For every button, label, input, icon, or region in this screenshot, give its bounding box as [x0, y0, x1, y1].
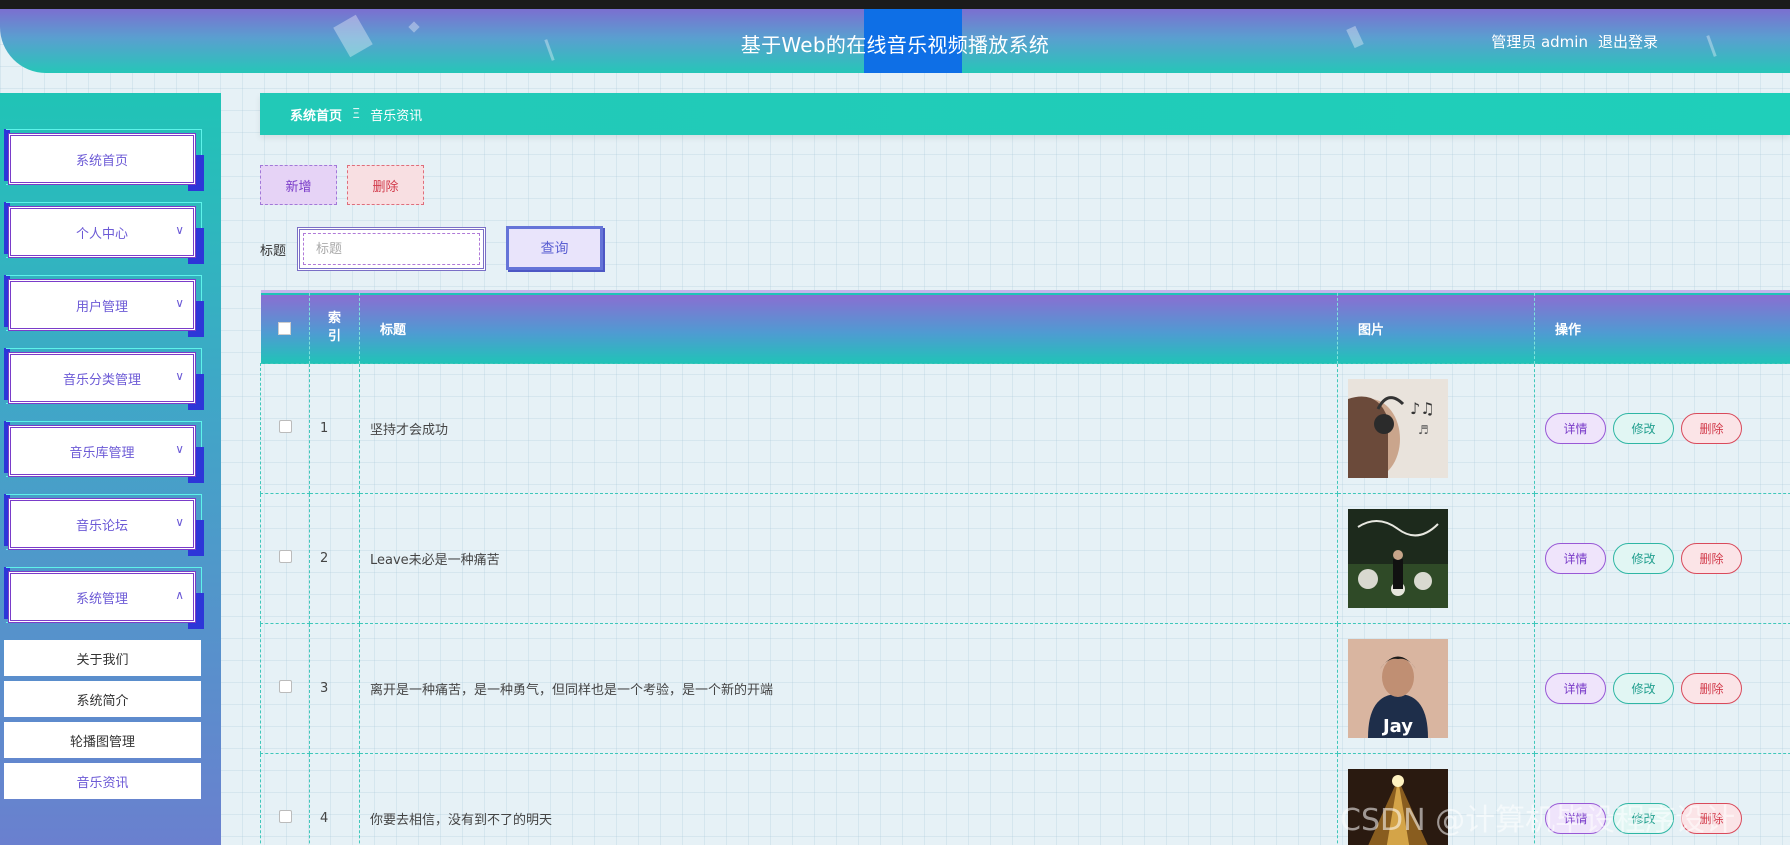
column-header-image: 图片 — [1337, 291, 1535, 364]
row-select-cell — [260, 363, 310, 494]
edit-button[interactable]: 修改 — [1613, 673, 1674, 704]
sidebar-item-home[interactable]: 系统首页 — [4, 129, 204, 191]
row-image-cell: Jay — [1337, 623, 1535, 754]
thumbnail-caption: Jay — [1381, 716, 1413, 737]
row-checkbox[interactable] — [278, 810, 292, 823]
logout-link[interactable]: 退出登录 — [1598, 31, 1658, 52]
sidebar-item-music-library[interactable]: 音乐库管理 ∨ — [4, 421, 204, 483]
row-select-cell — [260, 623, 310, 754]
row-title: Leave未必是一种痛苦 — [359, 493, 1338, 624]
user-area: 管理员 admin 退出登录 — [1491, 31, 1658, 52]
chevron-down-icon: ∨ — [175, 296, 184, 310]
row-actions: 详情 修改 删除 — [1534, 493, 1790, 624]
thumbnail-image — [1348, 509, 1448, 608]
search-button[interactable]: 查询 — [506, 226, 603, 270]
table-row: 3 离开是一种痛苦，是一种勇气，但同样也是一个考验，是一个新的开端 Jay 详情 — [260, 623, 1790, 754]
chevron-down-icon: ∨ — [175, 515, 184, 529]
row-checkbox[interactable] — [278, 420, 292, 433]
detail-button[interactable]: 详情 — [1545, 543, 1606, 574]
row-checkbox[interactable] — [278, 680, 292, 693]
delete-button[interactable]: 删除 — [347, 165, 424, 205]
add-button[interactable]: 新增 — [260, 165, 337, 205]
window-top-bar — [0, 0, 1790, 9]
sidebar-item-label: 系统管理 — [8, 571, 196, 623]
row-image-cell — [1337, 493, 1535, 624]
breadcrumb-home[interactable]: 系统首页 — [290, 105, 342, 124]
sidebar: 系统首页 个人中心 ∨ 用户管理 ∨ 音乐分类管理 ∨ 音乐库管理 ∨ 音乐论坛… — [0, 93, 221, 845]
search-label: 标题 — [260, 244, 287, 259]
row-title: 离开是一种痛苦，是一种勇气，但同样也是一个考验，是一个新的开端 — [359, 623, 1338, 754]
row-title: 你要去相信，没有到不了的明天 — [359, 753, 1338, 845]
column-header-index: 索 引 — [309, 291, 360, 364]
breadcrumb: 系统首页 Ξ 音乐资讯 — [260, 93, 1790, 135]
row-title: 坚持才会成功 — [359, 363, 1338, 494]
album-cover-thumbnail[interactable] — [1348, 509, 1448, 608]
detail-button[interactable]: 详情 — [1545, 413, 1606, 444]
sidebar-item-label: 个人中心 — [8, 206, 196, 258]
sidebar-item-profile[interactable]: 个人中心 ∨ — [4, 202, 204, 264]
chevron-down-icon: ∨ — [175, 223, 184, 237]
sidebar-item-label: 音乐库管理 — [8, 425, 196, 477]
data-table: 索 引 标题 图片 操作 1 坚持才会成功 ♪♫ ♬ 详情 修改 删除 2 Le… — [260, 290, 1790, 845]
user-label: 管理员 admin — [1491, 33, 1588, 51]
row-checkbox[interactable] — [278, 550, 292, 563]
sidebar-item-label: 用户管理 — [8, 279, 196, 331]
app-header: 基于Web的在线音乐视频播放系统 管理员 admin 退出登录 — [0, 9, 1790, 73]
thumbnail-image: ♪♫ ♬ — [1348, 379, 1448, 478]
row-actions: 详情 修改 删除 — [1534, 623, 1790, 754]
sidebar-item-music-categories[interactable]: 音乐分类管理 ∨ — [4, 348, 204, 410]
breadcrumb-separator-icon: Ξ — [352, 106, 361, 122]
row-index: 4 — [309, 753, 360, 845]
breadcrumb-current: 音乐资讯 — [370, 108, 423, 124]
row-image-cell: ♪♫ ♬ — [1337, 363, 1535, 494]
submenu-music-news[interactable]: 音乐资讯 — [4, 763, 201, 799]
sidebar-item-label: 系统首页 — [8, 133, 196, 185]
row-index: 3 — [309, 623, 360, 754]
column-header-actions: 操作 — [1534, 291, 1790, 364]
table-row: 2 Leave未必是一种痛苦 详情 修改 删除 — [260, 493, 1790, 624]
sidebar-item-music-forum[interactable]: 音乐论坛 ∨ — [4, 494, 204, 556]
row-select-cell — [260, 493, 310, 624]
row-select-cell — [260, 753, 310, 845]
chevron-down-icon: ∨ — [175, 442, 184, 456]
remove-button[interactable]: 删除 — [1681, 543, 1742, 574]
row-actions: 详情 修改 删除 — [1534, 363, 1790, 494]
detail-button[interactable]: 详情 — [1545, 673, 1606, 704]
svg-text:♪♫: ♪♫ — [1410, 399, 1435, 418]
select-all-cell — [260, 291, 310, 364]
edit-button[interactable]: 修改 — [1613, 543, 1674, 574]
submenu-about-us[interactable]: 关于我们 — [4, 640, 201, 676]
remove-button[interactable]: 删除 — [1681, 413, 1742, 444]
watermark: CSDN @计算机毕设程序设计 — [1340, 803, 1736, 838]
submenu-system-intro[interactable]: 系统简介 — [4, 681, 201, 717]
select-all-checkbox[interactable] — [278, 321, 292, 335]
chevron-up-icon: ∧ — [175, 588, 184, 602]
sidebar-item-label: 音乐论坛 — [8, 498, 196, 550]
sidebar-item-label: 音乐分类管理 — [8, 352, 196, 404]
headphones-woman-thumbnail[interactable]: ♪♫ ♬ — [1348, 379, 1448, 478]
thumbnail-image: Jay — [1348, 639, 1448, 738]
remove-button[interactable]: 删除 — [1681, 673, 1742, 704]
column-header-title: 标题 — [359, 291, 1338, 364]
sidebar-item-system[interactable]: 系统管理 ∧ — [4, 567, 204, 629]
search-input[interactable] — [297, 227, 486, 271]
table-header-row: 索 引 标题 图片 操作 — [260, 291, 1790, 364]
jay-album-thumbnail[interactable]: Jay — [1348, 639, 1448, 738]
edit-button[interactable]: 修改 — [1613, 413, 1674, 444]
svg-text:♬: ♬ — [1418, 423, 1429, 437]
submenu-carousel[interactable]: 轮播图管理 — [4, 722, 201, 758]
row-index: 1 — [309, 363, 360, 494]
table-row: 1 坚持才会成功 ♪♫ ♬ 详情 修改 删除 — [260, 363, 1790, 494]
sidebar-item-users[interactable]: 用户管理 ∨ — [4, 275, 204, 337]
chevron-down-icon: ∨ — [175, 369, 184, 383]
row-index: 2 — [309, 493, 360, 624]
